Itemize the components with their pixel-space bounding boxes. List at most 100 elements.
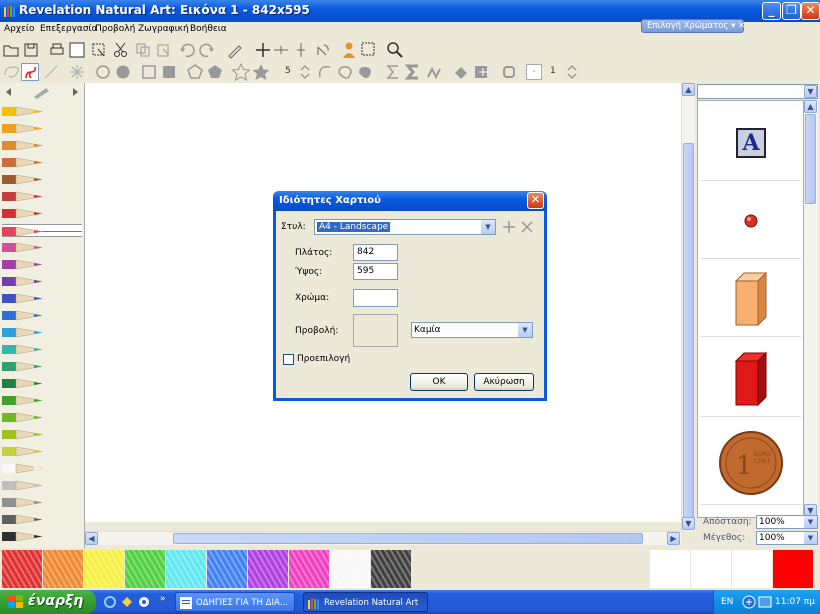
color-swatch[interactable] — [371, 550, 411, 588]
sigma-outline-icon[interactable] — [384, 63, 402, 81]
stamp-icon[interactable] — [472, 63, 490, 81]
circle-filled-icon[interactable] — [114, 63, 132, 81]
text-tool-icon[interactable] — [500, 63, 518, 81]
sigma-filled-icon[interactable] — [404, 63, 422, 81]
recent-color-swatch[interactable] — [773, 550, 813, 588]
dot-box[interactable]: · — [526, 64, 542, 80]
scroll-right-icon[interactable]: ▶ — [667, 532, 680, 545]
color-swatch[interactable] — [248, 550, 288, 588]
pen-tool-icon[interactable] — [226, 41, 244, 59]
prev-arrow-icon[interactable] — [4, 87, 12, 97]
style-select[interactable]: A4 - Landscape ▼ — [314, 219, 496, 235]
color-swatch[interactable] — [330, 550, 370, 588]
pencil-item[interactable] — [2, 530, 82, 543]
recent-color-swatch[interactable] — [650, 550, 690, 588]
pencil-item[interactable] — [2, 207, 82, 220]
lasso-icon[interactable] — [2, 63, 20, 81]
redo-icon[interactable] — [198, 41, 216, 59]
pencil-item[interactable] — [2, 462, 82, 475]
size-select[interactable]: 100% ▼ — [756, 531, 818, 545]
rectangle-outline-icon[interactable] — [140, 63, 158, 81]
pencil-item[interactable] — [2, 411, 82, 424]
pencil-item[interactable] — [2, 309, 82, 322]
new-page-icon[interactable] — [68, 41, 86, 59]
delete-style-icon[interactable] — [520, 220, 534, 234]
fill-bucket-icon[interactable] — [452, 63, 470, 81]
cancel-button[interactable]: Ακύρωση — [474, 373, 534, 391]
pencil-item[interactable] — [2, 105, 82, 118]
default-checkbox[interactable] — [283, 354, 294, 365]
pencil-item[interactable] — [2, 513, 82, 526]
canvas-horizontal-scrollbar[interactable]: ◀ ▶ — [85, 531, 681, 545]
pentagon-filled-icon[interactable] — [206, 63, 224, 81]
rotate-icon[interactable] — [314, 41, 332, 59]
scroll-down-icon[interactable]: ▼ — [682, 517, 695, 530]
pencil-item[interactable] — [2, 139, 82, 152]
object-euro-coin[interactable]: 1 EURO CENT — [701, 421, 801, 505]
stretch-horizontal-icon[interactable] — [272, 41, 290, 59]
next-arrow-icon[interactable] — [72, 87, 80, 97]
scroll-up-icon[interactable]: ▲ — [682, 83, 695, 96]
sides-spinner-icon[interactable] — [296, 63, 310, 81]
pencil-item[interactable] — [2, 190, 82, 203]
cut-icon[interactable] — [112, 41, 130, 59]
object-letter-a[interactable]: A — [701, 105, 801, 181]
pentagon-outline-icon[interactable] — [186, 63, 204, 81]
paste-icon[interactable] — [154, 41, 172, 59]
quicklaunch-icon[interactable] — [138, 596, 150, 608]
circle-outline-icon[interactable] — [94, 63, 112, 81]
menu-edit[interactable]: Επεξεργασία — [40, 24, 98, 34]
color-swatch[interactable] — [125, 550, 165, 588]
objects-category-select[interactable]: ▼ — [697, 84, 818, 99]
zigzag-icon[interactable] — [426, 63, 444, 81]
color-pick-tab[interactable]: Επιλογή Χρώματος ▾ ✕ — [641, 19, 745, 33]
color-swatch[interactable] — [84, 550, 124, 588]
color-picker-box[interactable] — [353, 289, 398, 307]
object-red-box[interactable] — [701, 341, 801, 417]
taskbar-item-revelation[interactable]: Revelation Natural Art — [303, 592, 428, 612]
scroll-left-icon[interactable]: ◀ — [85, 532, 98, 545]
media-icon[interactable] — [121, 596, 133, 608]
ie-icon[interactable] — [104, 596, 116, 608]
pencil-item[interactable] — [2, 496, 82, 509]
object-orange-box[interactable] — [701, 261, 801, 337]
language-indicator[interactable]: EN — [721, 597, 733, 607]
blob-filled-icon[interactable] — [356, 63, 374, 81]
maximize-button[interactable]: ❐ — [782, 2, 801, 20]
color-swatch[interactable] — [207, 550, 247, 588]
select-icon[interactable] — [90, 41, 108, 59]
color-swatch[interactable] — [2, 550, 42, 588]
blob-outline-icon[interactable] — [336, 63, 354, 81]
pencil-item[interactable] — [2, 326, 82, 339]
person-tool-icon[interactable] — [340, 41, 358, 59]
width-input[interactable]: 842 — [353, 244, 398, 261]
pencil-item[interactable] — [2, 377, 82, 390]
pencil-item[interactable] — [2, 224, 82, 237]
menu-view[interactable]: Προβολή — [95, 24, 135, 34]
print-icon[interactable] — [48, 41, 66, 59]
pencil-item[interactable] — [2, 275, 82, 288]
zoom-icon[interactable] — [386, 41, 404, 59]
distance-select[interactable]: 100% ▼ — [756, 515, 818, 529]
star-outline-icon[interactable] — [231, 62, 251, 81]
object-red-dot[interactable] — [701, 183, 801, 259]
menu-file[interactable]: Αρχείο — [4, 24, 35, 34]
hscroll-thumb[interactable] — [173, 533, 643, 544]
pencil-item[interactable] — [2, 343, 82, 356]
spray-icon[interactable] — [68, 63, 86, 81]
copy-icon[interactable] — [134, 41, 152, 59]
view-select[interactable]: Καμία ▼ — [411, 322, 533, 338]
network-icon[interactable] — [742, 595, 756, 609]
dialog-close-button[interactable]: ✕ — [527, 192, 544, 209]
pencil-item[interactable] — [2, 394, 82, 407]
menu-help[interactable]: Βοήθεια — [190, 24, 227, 34]
freehand-icon[interactable] — [21, 63, 39, 81]
pencil-item[interactable] — [2, 173, 82, 186]
ok-button[interactable]: OK — [410, 373, 468, 391]
quicklaunch-more-icon[interactable]: » — [160, 594, 166, 604]
pencil-item[interactable] — [2, 479, 82, 492]
pencil-item[interactable] — [2, 292, 82, 305]
open-folder-icon[interactable] — [2, 41, 20, 59]
pencil-tool-icon[interactable] — [32, 85, 52, 99]
pencil-item[interactable] — [2, 360, 82, 373]
